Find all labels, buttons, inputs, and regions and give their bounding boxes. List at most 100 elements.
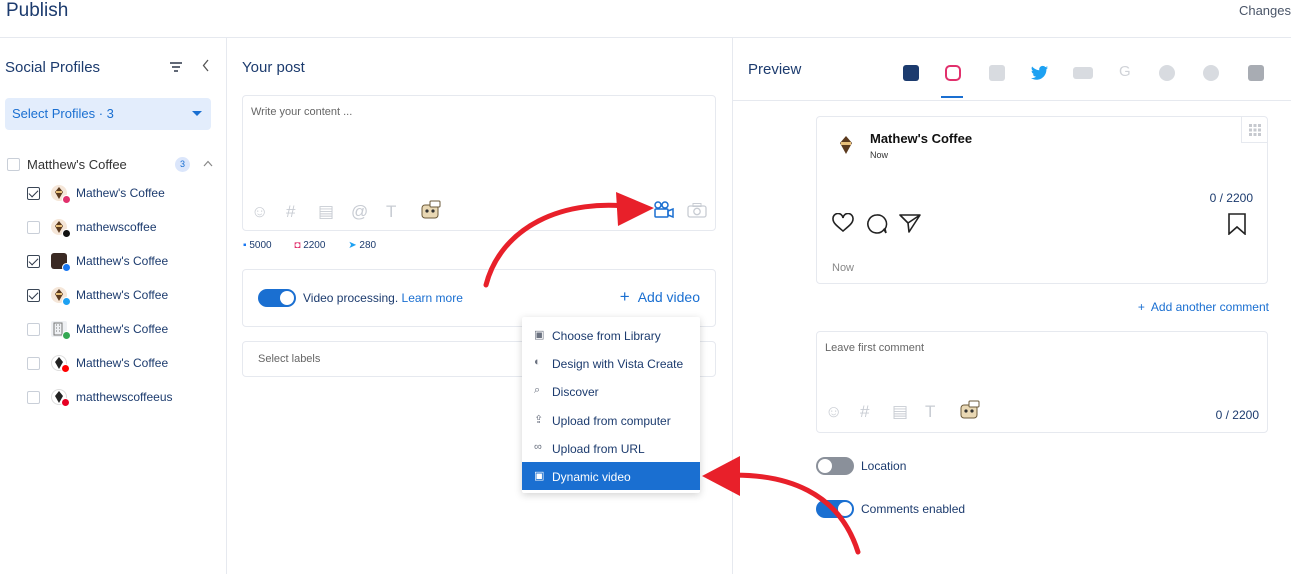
add-video-button[interactable]: + Add video: [620, 287, 700, 307]
profile-item[interactable]: Matthew's Coffee: [27, 287, 217, 306]
mention-icon[interactable]: @: [351, 202, 368, 222]
instagram-preview-card: Mathew's Coffee Now 0 / 2200 Now: [816, 116, 1268, 284]
profile-checkbox[interactable]: [27, 187, 40, 200]
profile-name: Matthew's Coffee: [76, 288, 169, 302]
add-another-comment-button[interactable]: + Add another comment: [1138, 300, 1269, 314]
menu-item-upload-computer[interactable]: ⇪ Upload from computer: [522, 406, 700, 434]
profile-name: Matthew's Coffee: [76, 356, 169, 370]
tab-google-icon[interactable]: G: [1119, 63, 1135, 80]
tab-tiktok-icon[interactable]: [1248, 65, 1264, 81]
tab-facebook-icon[interactable]: [903, 65, 919, 81]
profile-item[interactable]: matthewscoffeeus: [27, 389, 217, 407]
preview-title: Preview: [748, 61, 802, 78]
ai-assistant-icon[interactable]: [959, 400, 981, 425]
social-profiles-title: Social Profiles: [5, 59, 101, 76]
comments-enabled-toggle[interactable]: [816, 500, 854, 518]
profile-item[interactable]: Mathew's Coffee: [27, 185, 217, 204]
profile-item[interactable]: Matthew's Coffee: [27, 321, 217, 340]
facebook-icon: ▪: [243, 240, 247, 251]
coffee-avatar: [837, 135, 855, 154]
profile-checkbox[interactable]: [27, 221, 40, 234]
camera-icon[interactable]: [687, 202, 707, 223]
menu-item-dynamic-video[interactable]: ▣ Dynamic video: [522, 462, 700, 490]
tab-twitter-icon[interactable]: [1031, 65, 1048, 81]
twitter-icon: ➤: [348, 240, 357, 251]
video-processing-label: Video processing. Learn more: [303, 291, 463, 305]
emoji-icon[interactable]: ☺: [825, 402, 842, 422]
instagram-icon: [62, 195, 71, 204]
menu-item-upload-url[interactable]: ∞ Upload from URL: [522, 434, 700, 462]
preview-time: Now: [870, 150, 889, 160]
group-count-badge: 3: [175, 157, 190, 172]
text-format-icon[interactable]: T: [925, 402, 935, 422]
template-icon[interactable]: ▤: [318, 202, 334, 222]
profile-item[interactable]: Matthew's Coffee: [27, 355, 217, 373]
text-format-icon[interactable]: T: [386, 202, 396, 222]
first-comment-counter: 0 / 2200: [1215, 408, 1259, 422]
menu-item-choose-library[interactable]: ▣ Choose from Library: [522, 321, 700, 349]
profile-checkbox[interactable]: [27, 289, 40, 302]
template-icon[interactable]: ▤: [892, 402, 908, 422]
location-toggle[interactable]: [816, 457, 854, 475]
changes-link[interactable]: Changes: [1239, 3, 1291, 18]
your-post-title: Your post: [242, 59, 305, 76]
hashtag-icon[interactable]: #: [860, 402, 869, 422]
character-limits: ▪ 5000 ◘ 2200 ➤ 280: [243, 240, 396, 251]
pinterest-icon: [61, 398, 70, 407]
menu-item-label: Discover: [552, 385, 599, 399]
first-comment-editor[interactable]: Leave first comment ☺ # ▤ T 0 / 2200: [816, 331, 1268, 433]
learn-more-link[interactable]: Learn more: [402, 291, 463, 305]
video-processing-toggle[interactable]: [258, 289, 296, 307]
video-processing-text: Video processing.: [303, 291, 399, 305]
tab-pinterest-icon[interactable]: [1203, 65, 1219, 81]
tab-instagram-icon[interactable]: [945, 65, 961, 81]
profile-checkbox[interactable]: [27, 357, 40, 370]
profile-checkbox[interactable]: [27, 323, 40, 336]
hashtag-icon[interactable]: #: [286, 202, 295, 222]
tab-reddit-icon[interactable]: [1159, 65, 1175, 81]
coffee-avatar: [51, 389, 70, 407]
menu-item-discover[interactable]: ⌕ Discover: [522, 377, 700, 405]
profile-group-row[interactable]: Matthew's Coffee 3: [7, 157, 217, 173]
comments-enabled-label: Comments enabled: [861, 502, 966, 516]
heart-icon: [832, 212, 854, 238]
coffee-avatar: [51, 185, 71, 204]
youtube-icon: [61, 364, 70, 373]
collapse-chevron-icon[interactable]: [202, 59, 210, 75]
coffee-shop-avatar: [51, 253, 71, 272]
labels-placeholder: Select labels: [258, 353, 321, 365]
select-profiles-dropdown[interactable]: Select Profiles · 3: [5, 98, 211, 130]
chevron-up-icon[interactable]: [203, 158, 213, 170]
filter-icon[interactable]: [169, 60, 183, 76]
profile-name: Mathew's Coffee: [76, 186, 165, 200]
search-icon: ⌕: [534, 384, 541, 396]
link-icon: ∞: [534, 441, 542, 453]
profile-item[interactable]: Matthew's Coffee: [27, 253, 217, 272]
profile-name: Matthew's Coffee: [76, 254, 169, 268]
google-business-icon: [62, 331, 71, 340]
emoji-icon[interactable]: ☺: [251, 202, 268, 222]
preview-panel: Preview G Mathew's Coffee Now 0 / 2200 N…: [733, 38, 1291, 574]
bookmark-icon: [1227, 213, 1247, 240]
twitter-icon: [62, 297, 71, 306]
first-comment-placeholder: Leave first comment: [825, 342, 925, 354]
instagram-icon: ◘: [294, 240, 301, 251]
active-tab-indicator: [941, 96, 963, 98]
profile-checkbox[interactable]: [27, 391, 40, 404]
tab-youtube-icon[interactable]: [1073, 67, 1093, 79]
tab-linkedin-icon[interactable]: [989, 65, 1005, 81]
preview-account-name: Mathew's Coffee: [870, 131, 973, 146]
profile-name: mathewscoffee: [76, 220, 157, 234]
menu-item-label: Choose from Library: [552, 329, 661, 343]
group-checkbox[interactable]: [7, 158, 20, 171]
menu-item-vista-create[interactable]: ◐ Design with Vista Create: [522, 349, 700, 377]
coffee-avatar: [51, 355, 70, 373]
video-camera-icon[interactable]: [653, 201, 675, 224]
top-bar: Publish Changes: [0, 0, 1291, 38]
profile-name: Matthew's Coffee: [76, 322, 169, 336]
content-editor[interactable]: Write your content ... ☺ # ▤ @ T: [242, 95, 716, 231]
ai-assistant-icon[interactable]: [420, 200, 442, 225]
add-comment-label: Add another comment: [1150, 300, 1269, 314]
profile-item[interactable]: mathewscoffee: [27, 219, 217, 238]
profile-checkbox[interactable]: [27, 255, 40, 268]
